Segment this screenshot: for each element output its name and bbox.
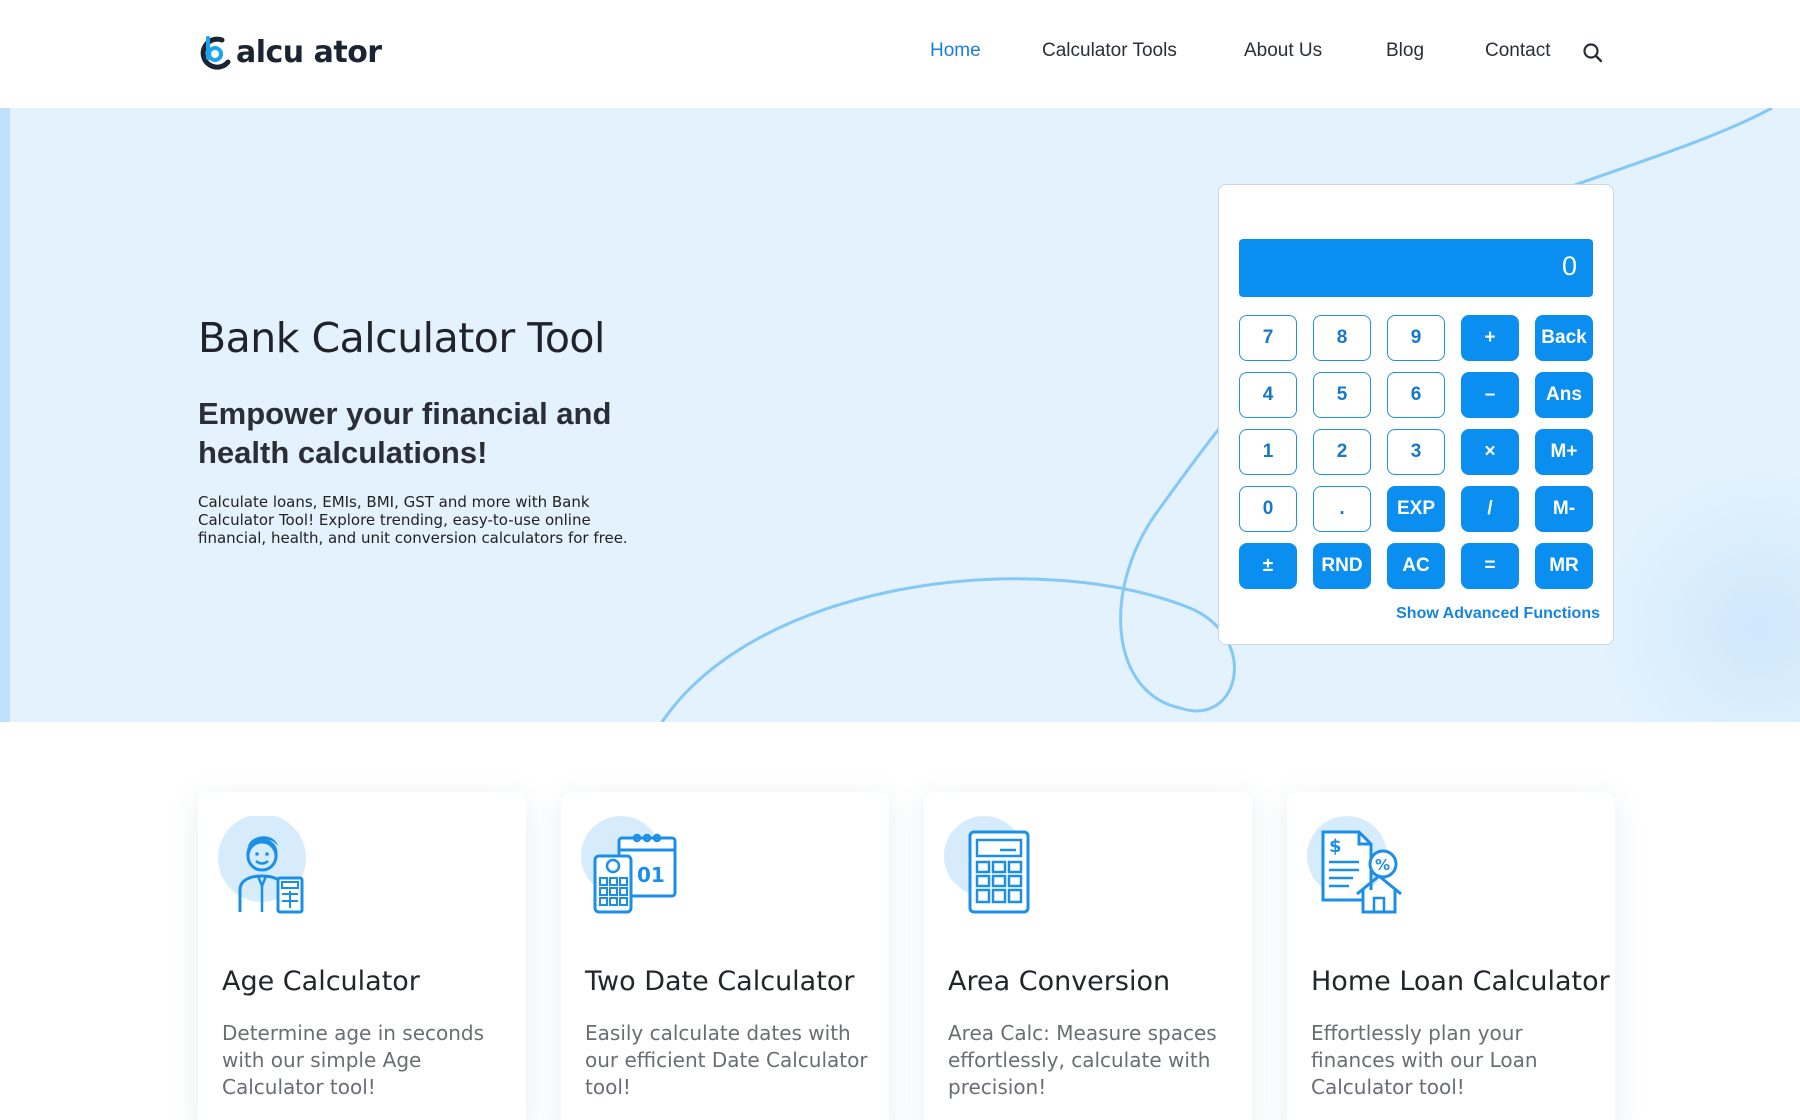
calc-key[interactable]: M+	[1535, 429, 1593, 475]
card-description: Easily calculate dates with our efficien…	[585, 1021, 868, 1099]
site-header: alcu ator Home Calculator Tools About Us…	[0, 0, 1800, 108]
calc-key[interactable]: EXP	[1387, 486, 1445, 532]
calculator-widget: 0 7 8 9 + Back 4 5 6– Ans 1 2 3 × M+ 0. EXP / M- ± RND AC = MR…	[1218, 184, 1614, 645]
hero-description: Calculate loans, EMIs, BMI, GST and more…	[198, 493, 628, 547]
calculator-keypad: 7 8 9 + Back 4 5 6– Ans 1 2 3 × M+ 0. EXP / M- ± RND AC = MR	[1239, 315, 1593, 589]
home-loan-icon: $ %	[1307, 816, 1402, 914]
person-calculator-icon	[218, 816, 306, 914]
svg-text:%: %	[1375, 856, 1390, 874]
calc-key[interactable]: 4	[1239, 372, 1297, 418]
calc-key[interactable]: +	[1461, 315, 1519, 361]
nav-calculator-tools[interactable]: Calculator Tools	[1042, 40, 1177, 62]
calc-key[interactable]: 6	[1387, 372, 1445, 418]
card-area-conversion[interactable]: Area Conversion Area Calc: Measure space…	[924, 792, 1252, 1120]
card-title: Area Conversion	[948, 966, 1171, 997]
card-title: Two Date Calculator	[585, 966, 855, 997]
calc-key[interactable]: =	[1461, 543, 1519, 589]
calc-key[interactable]: M-	[1535, 486, 1593, 532]
calc-key[interactable]: Ans	[1535, 372, 1593, 418]
calc-key[interactable]: 0	[1239, 486, 1297, 532]
nav-blog[interactable]: Blog	[1386, 40, 1424, 62]
hero-subtitle: Empower your financial and health calcul…	[198, 396, 612, 470]
calc-key[interactable]: 5	[1313, 372, 1371, 418]
calc-key[interactable]: 8	[1313, 315, 1371, 361]
calc-key[interactable]: .	[1313, 486, 1371, 532]
main-nav: Home Calculator Tools About Us Blog Cont…	[0, 40, 1800, 70]
calc-key[interactable]: Back	[1535, 315, 1593, 361]
calc-key[interactable]: /	[1461, 486, 1519, 532]
calc-key[interactable]: 7	[1239, 315, 1297, 361]
calc-key[interactable]: ×	[1461, 429, 1519, 475]
card-title: Age Calculator	[222, 966, 420, 997]
search-icon[interactable]	[1582, 42, 1604, 64]
card-home-loan-calculator[interactable]: $ % Home Loan Calculator Effortlessly pl…	[1287, 792, 1615, 1120]
calc-key[interactable]: MR	[1535, 543, 1593, 589]
card-age-calculator[interactable]: Age Calculator Determine age in seconds …	[198, 792, 526, 1120]
svg-text:$: $	[1329, 836, 1342, 857]
svg-text:01: 01	[637, 863, 665, 887]
calc-key[interactable]: –	[1461, 372, 1519, 418]
card-two-date-calculator[interactable]: 01 Two Date Calculator Easily calculate …	[561, 792, 889, 1120]
calculator-display: 0	[1239, 239, 1593, 297]
calc-key[interactable]: RND	[1313, 543, 1371, 589]
card-description: Effortlessly plan your finances with our…	[1311, 1021, 1538, 1099]
calculator-icon	[944, 816, 1030, 914]
calc-key[interactable]: 1	[1239, 429, 1297, 475]
nav-about-us[interactable]: About Us	[1244, 40, 1322, 62]
hero-title: Bank Calculator Tool	[198, 314, 605, 362]
calc-key[interactable]: AC	[1387, 543, 1445, 589]
card-description: Determine age in seconds with our simple…	[222, 1021, 485, 1099]
calendar-calculator-icon: 01	[581, 816, 677, 914]
nav-home[interactable]: Home	[930, 40, 981, 62]
card-description: Area Calc: Measure spaces effortlessly, …	[948, 1021, 1217, 1099]
calc-key[interactable]: 3	[1387, 429, 1445, 475]
show-advanced-functions-link[interactable]: Show Advanced Functions	[1396, 605, 1600, 623]
calc-key[interactable]: 2	[1313, 429, 1371, 475]
card-title: Home Loan Calculator	[1311, 966, 1610, 997]
calc-key[interactable]: 9	[1387, 315, 1445, 361]
nav-contact[interactable]: Contact	[1485, 40, 1550, 62]
calc-key[interactable]: ±	[1239, 543, 1297, 589]
